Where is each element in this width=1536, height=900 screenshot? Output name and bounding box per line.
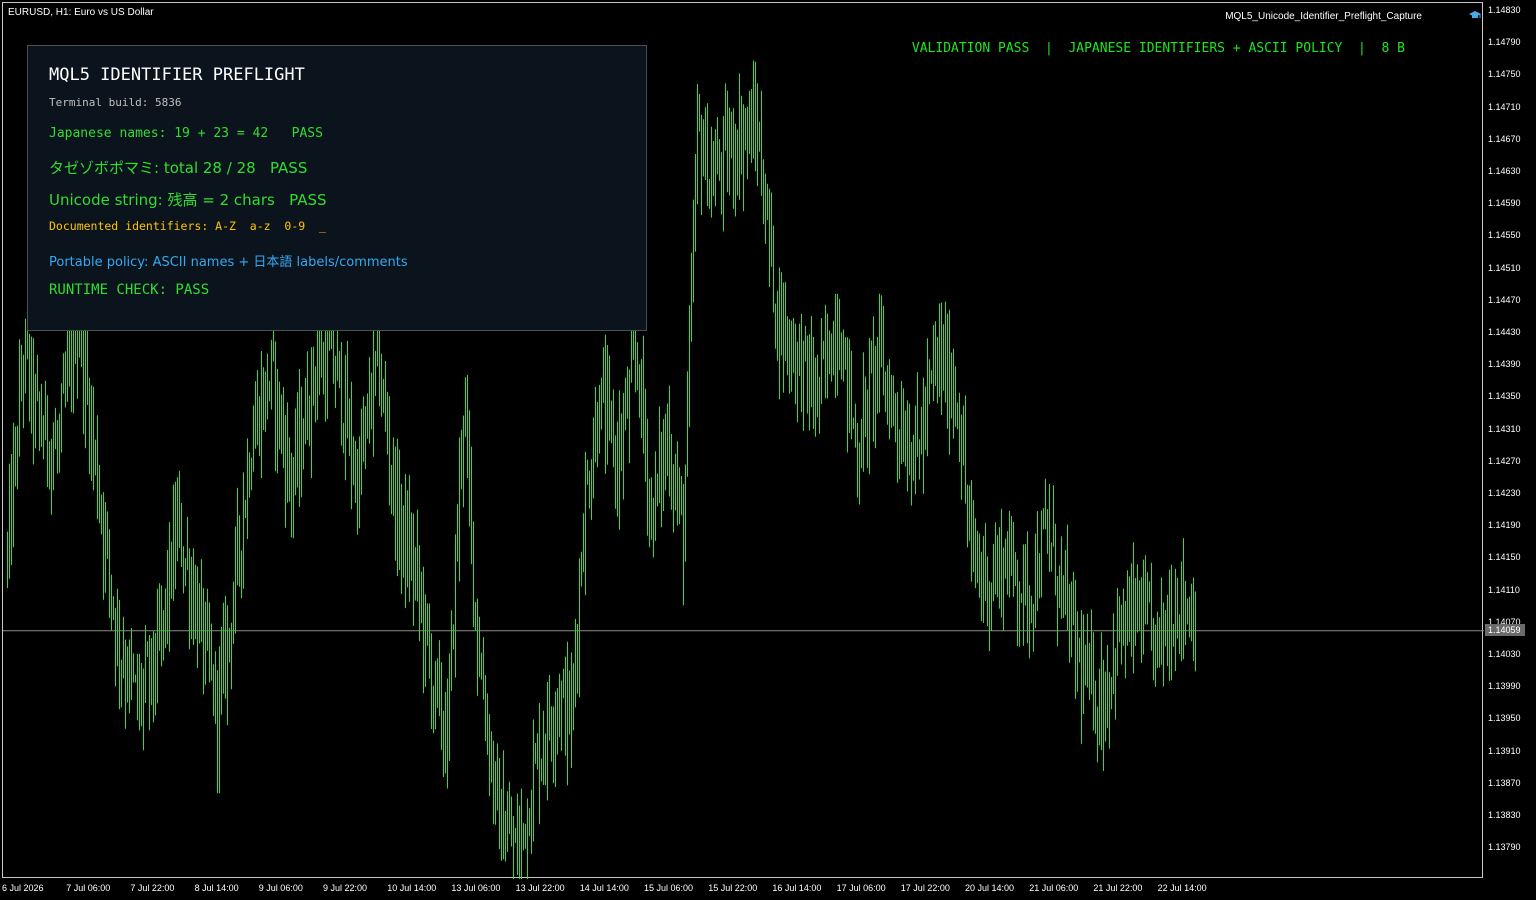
price-axis-label: 1.13950 [1488, 713, 1521, 724]
price-axis-label: 1.14270 [1488, 455, 1521, 466]
price-axis-label: 1.14310 [1488, 423, 1521, 434]
runtime-check: RUNTIME CHECK: PASS [49, 282, 210, 298]
price-axis-label: 1.13870 [1488, 777, 1521, 788]
time-axis-label: 15 Jul 22:00 [708, 883, 758, 893]
price-axis-label: 1.14510 [1488, 262, 1521, 273]
time-axis-label: 6 Jul 2026 [2, 883, 44, 893]
price-axis-label: 1.14630 [1488, 166, 1521, 176]
program-name-label: MQL5_Unicode_Identifier_Preflight_Captur… [1225, 11, 1422, 22]
portable-policy: Portable policy: ASCII names + 日本語 label… [49, 255, 408, 270]
time-axis-label: 9 Jul 06:00 [258, 883, 303, 893]
price-axis-label: 1.13910 [1488, 745, 1521, 756]
current-price-tag: 1.14059 [1485, 624, 1525, 636]
price-axis-label: 1.14110 [1488, 584, 1520, 595]
time-axis-label: 10 Jul 14:00 [387, 883, 437, 893]
time-axis-label: 13 Jul 22:00 [515, 883, 565, 893]
symbol-label: EURUSD, H1: Euro vs US Dollar [8, 7, 154, 18]
price-axis-label: 1.14470 [1488, 294, 1521, 305]
price-axis-label: 1.14790 [1488, 37, 1521, 48]
price-axis-label: 1.14190 [1488, 520, 1521, 531]
time-axis-label: 13 Jul 06:00 [451, 883, 501, 893]
time-axis-label: 9 Jul 22:00 [323, 883, 368, 893]
price-axis-label: 1.14590 [1488, 198, 1521, 209]
time-axis-label: 16 Jul 14:00 [772, 883, 822, 893]
price-axis-label: 1.14230 [1488, 488, 1521, 498]
price-axis-label: 1.14670 [1488, 133, 1521, 144]
expert-hat-icon[interactable] [1469, 10, 1481, 20]
price-axis-label: 1.14430 [1488, 327, 1521, 337]
time-axis-label: 20 Jul 14:00 [965, 883, 1015, 893]
price-axis-label: 1.13990 [1488, 681, 1521, 692]
price-axis-label: 1.13790 [1488, 842, 1521, 853]
japanese-names-check: Japanese names: 19 + 23 = 42 PASS [49, 126, 323, 141]
time-axis-label: 21 Jul 22:00 [1093, 883, 1143, 893]
time-axis-label: 14 Jul 14:00 [579, 883, 629, 893]
time-axis-label: 21 Jul 06:00 [1029, 883, 1079, 893]
time-axis-label: 15 Jul 06:00 [644, 883, 694, 893]
price-axis-label: 1.14710 [1488, 101, 1521, 112]
validation-status-line: VALIDATION PASS | JAPANESE IDENTIFIERS +… [911, 41, 1405, 56]
price-axis-label: 1.14150 [1488, 552, 1521, 563]
time-axis-label: 22 Jul 14:00 [1157, 883, 1207, 893]
katakana-total-check: タゼゾボポマミ: total 28 / 28 PASS [49, 159, 308, 177]
price-axis-label: 1.14830 [1488, 5, 1521, 15]
documented-identifiers: Documented identifiers: A-Z a-z 0-9 _ [49, 219, 326, 233]
price-axis-label: 1.13830 [1488, 810, 1521, 820]
unicode-string-check: Unicode string: 残高 = 2 chars PASS [49, 191, 327, 209]
time-axis-label: 17 Jul 22:00 [900, 883, 950, 893]
price-axis-label: 1.14030 [1488, 649, 1521, 659]
price-axis-label: 1.14750 [1488, 69, 1521, 80]
panel-title: MQL5 IDENTIFIER PREFLIGHT [49, 65, 305, 85]
price-axis-label: 1.14550 [1488, 230, 1521, 241]
price-axis-label: 1.14350 [1488, 391, 1521, 402]
time-axis-label: 7 Jul 22:00 [130, 883, 175, 893]
time-axis-label: 8 Jul 14:00 [194, 883, 239, 893]
terminal-build: Terminal build: 5836 [49, 96, 182, 109]
time-axis-label: 17 Jul 06:00 [836, 883, 886, 893]
time-axis-label: 7 Jul 06:00 [66, 883, 111, 893]
preflight-panel: MQL5 IDENTIFIER PREFLIGHT Terminal build… [27, 45, 647, 331]
price-axis-label: 1.14390 [1488, 359, 1521, 370]
